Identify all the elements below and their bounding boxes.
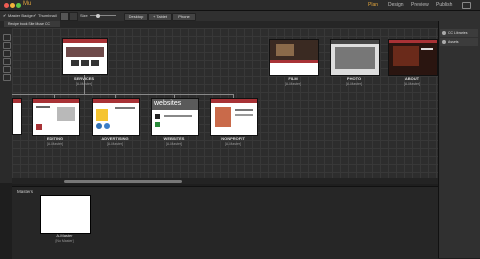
connector-line [12, 94, 234, 95]
page-name-editing[interactable]: EDITING [30, 136, 80, 141]
master-thumbnail-a[interactable] [40, 195, 91, 234]
page-name-film[interactable]: FILM [268, 76, 318, 81]
master-parent: [No Master] [55, 239, 74, 243]
close-window-icon[interactable] [4, 2, 9, 8]
document-tab-bar [0, 21, 438, 28]
size-slider-handle[interactable] [96, 13, 100, 18]
page-thumbnail-partial[interactable] [12, 98, 22, 135]
hand-tool-icon[interactable] [3, 74, 11, 81]
master-name[interactable]: A-Master [40, 233, 89, 238]
page-thumbnail-websites[interactable]: websites [151, 98, 199, 136]
page-master-websites: [A-Master] [165, 142, 183, 146]
mode-tab-preview[interactable]: Preview [411, 2, 429, 8]
page-name-nonprofit[interactable]: NONPROFIT [208, 136, 258, 141]
device-tab-tablet[interactable]: + Tablet [148, 12, 172, 21]
assets-icon [442, 40, 446, 44]
check-icon[interactable]: ✔ [3, 13, 6, 18]
title-bar: Mu Plan Design Preview Publish [0, 0, 480, 11]
master-badge-toggle[interactable]: Master Badge [8, 13, 33, 18]
page-thumbnail-nonprofit[interactable] [210, 98, 258, 136]
crop-tool-icon[interactable] [3, 42, 11, 49]
page-name-advertising[interactable]: ADVERTISING [90, 136, 140, 141]
page-thumbnail-about[interactable] [388, 39, 438, 76]
scrollbar-thumb[interactable] [64, 180, 182, 183]
zoom-tool-icon[interactable] [3, 66, 11, 73]
page-name-services[interactable]: SERVICES [59, 76, 109, 81]
right-panel [438, 21, 480, 258]
document-tab[interactable]: Recipe book Site Muse CC [4, 21, 60, 27]
websites-thumb-text: websites [154, 100, 182, 107]
cc-libraries-icon [442, 31, 446, 35]
page-master-photo: [A-Master] [345, 82, 363, 86]
window-icon[interactable] [462, 2, 471, 9]
page-master-nonprofit: [A-Master] [224, 142, 242, 146]
page-master-film: [A-Master] [284, 82, 302, 86]
app-logo: Mu [23, 1, 32, 7]
rectangle-tool-icon[interactable] [3, 58, 11, 65]
mode-tab-design[interactable]: Design [388, 2, 404, 8]
zoom-window-icon[interactable] [16, 2, 21, 8]
check-icon[interactable]: ✔ [33, 13, 36, 18]
page-thumbnail-editing[interactable] [32, 98, 80, 136]
text-tool-icon[interactable] [3, 50, 11, 57]
mode-tab-publish[interactable]: Publish [436, 2, 452, 8]
plan-canvas[interactable]: SERVICES [A-Master] FILM [A-Master] PHOT… [12, 28, 438, 178]
minimize-window-icon[interactable] [10, 2, 15, 8]
device-tab-desktop[interactable]: Desktop [124, 12, 148, 21]
device-tab-phone[interactable]: Phone [172, 12, 196, 21]
page-thumbnail-film[interactable] [269, 39, 319, 76]
size-label: Size [80, 13, 88, 18]
page-master-services: [A-Master] [75, 82, 93, 86]
page-name-websites[interactable]: WEBSITES [149, 136, 199, 141]
size-slider[interactable] [90, 15, 116, 16]
page-thumbnail-photo[interactable] [330, 39, 380, 76]
masters-title: Masters [17, 189, 34, 194]
page-master-editing: [A-Master] [46, 142, 64, 146]
page-thumbnail-advertising[interactable] [92, 98, 140, 136]
grid-view-icon[interactable] [69, 12, 78, 21]
selection-tool-icon[interactable] [3, 34, 11, 41]
mode-tab-plan[interactable]: Plan [368, 2, 378, 8]
page-name-about[interactable]: ABOUT [387, 76, 437, 81]
thumbnail-toggle[interactable]: Thumbnail [38, 13, 57, 18]
page-name-photo[interactable]: PHOTO [329, 76, 379, 81]
page-master-advertising: [A-Master] [106, 142, 124, 146]
page-thumbnail-services[interactable] [62, 38, 108, 75]
sitemap-view-icon[interactable] [60, 12, 69, 21]
page-master-about: [A-Master] [403, 82, 421, 86]
